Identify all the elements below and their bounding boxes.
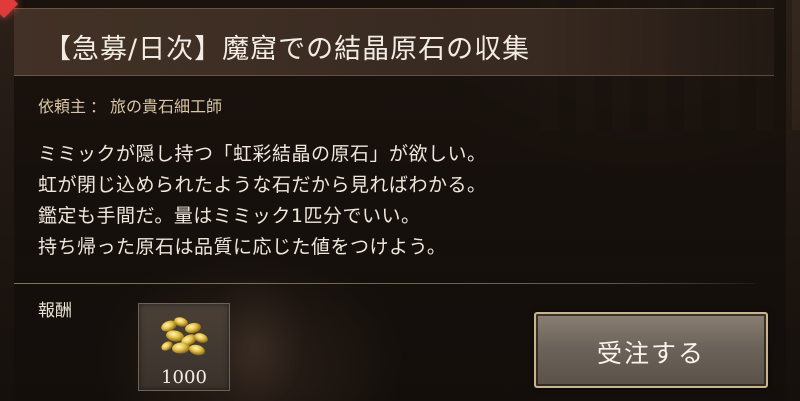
quest-title: 【急募/日次】魔窟での結晶原石の収集 bbox=[44, 34, 531, 65]
client-separator: ： bbox=[90, 97, 107, 116]
client-label: 依頼主 bbox=[38, 97, 87, 116]
description-line: 持ち帰った原石は品質に応じた値をつけよう。 bbox=[38, 236, 447, 258]
accept-quest-button[interactable]: 受注する bbox=[534, 312, 768, 388]
reward-label: 報酬 bbox=[38, 301, 72, 321]
description-line: 虹が閉じ込められたような石だから見ればわかる。 bbox=[38, 174, 487, 196]
section-divider bbox=[14, 283, 754, 284]
description-line: 鑑定も手間だ。量はミミック1匹分でいい。 bbox=[38, 205, 421, 227]
quest-title-bar: 【急募/日次】魔窟での結晶原石の収集 bbox=[14, 8, 774, 76]
client-name: 旅の貴石細工師 bbox=[110, 97, 223, 116]
quest-client: 依頼主：旅の貴石細工師 bbox=[38, 93, 222, 117]
accept-button-label: 受注する bbox=[596, 339, 705, 368]
gold-coins-icon bbox=[161, 317, 208, 356]
description-line: ミミックが隠し持つ「虹彩結晶の原石」が欲しい。 bbox=[38, 143, 487, 165]
reward-item-slot[interactable]: 1000 bbox=[138, 303, 230, 391]
quest-detail-panel: 【急募/日次】魔窟での結晶原石の収集 依頼主：旅の貴石細工師 ミミックが隠し持つ… bbox=[14, 0, 786, 401]
reward-count: 1000 bbox=[161, 367, 207, 388]
game-scene: 【急募/日次】魔窟での結晶原石の収集 依頼主：旅の貴石細工師 ミミックが隠し持つ… bbox=[0, 0, 800, 401]
quest-description: ミミックが隠し持つ「虹彩結晶の原石」が欲しい。 虹が閉じ込められたような石だから… bbox=[38, 139, 758, 263]
